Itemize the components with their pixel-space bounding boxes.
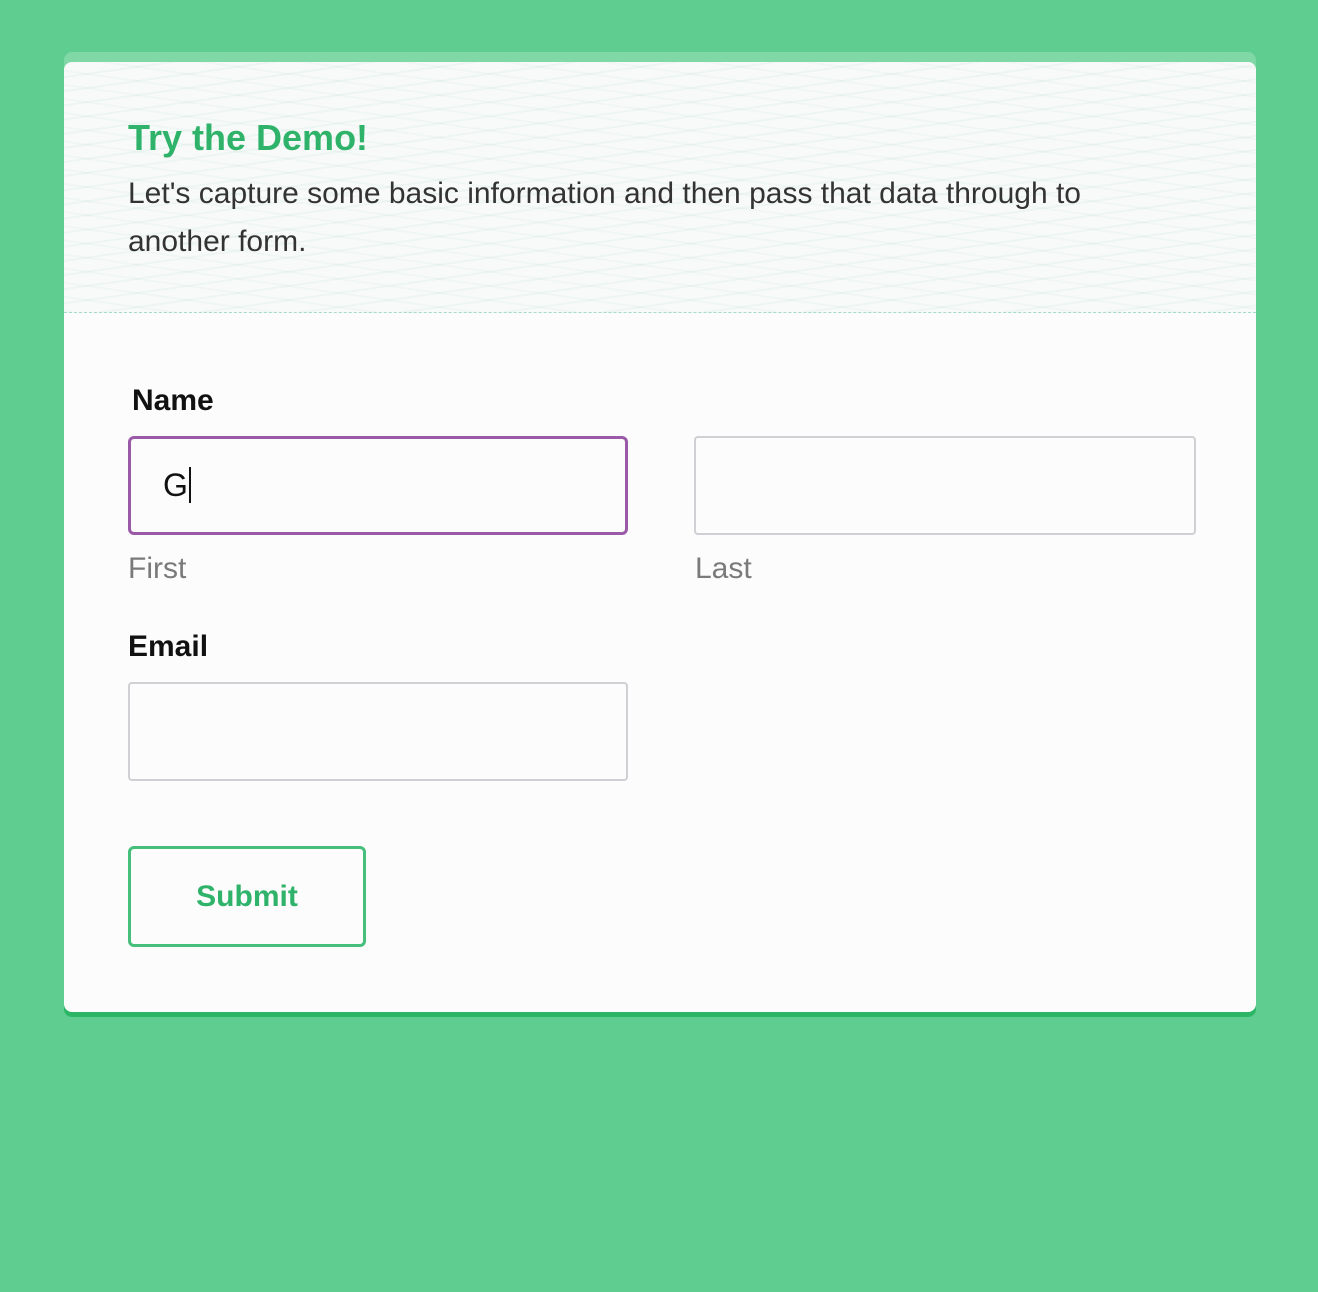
email-label: Email — [128, 630, 209, 663]
last-name-input[interactable] — [694, 436, 1196, 535]
form-description: Let's capture some basic information and… — [128, 177, 1081, 258]
form-header: Try the Demo! Let's capture some basic i… — [64, 62, 1256, 313]
first-name-value: G — [163, 467, 188, 503]
form-title: Try the Demo! — [128, 117, 369, 158]
email-input[interactable] — [128, 682, 628, 781]
name-label: Name — [132, 384, 214, 417]
submit-button[interactable]: Submit — [128, 846, 366, 947]
form-card: Try the Demo! Let's capture some basic i… — [64, 62, 1256, 1012]
last-name-sublabel: Last — [695, 552, 752, 585]
first-name-input[interactable]: G — [128, 436, 628, 535]
text-cursor — [188, 467, 191, 503]
first-name-sublabel: First — [128, 552, 187, 585]
